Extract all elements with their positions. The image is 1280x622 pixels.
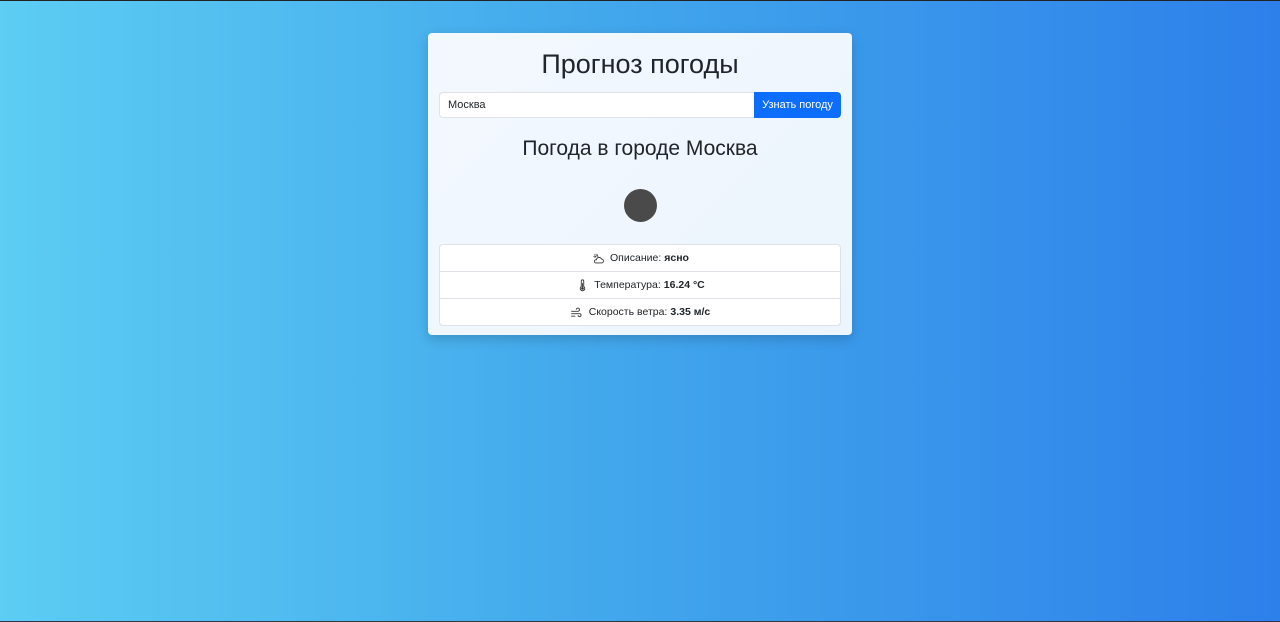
get-weather-button[interactable]: Узнать погоду (754, 92, 841, 118)
detail-wind: Скорость ветра: 3.35 м/с (440, 298, 840, 325)
page-title: Прогноз погоды (541, 49, 739, 79)
detail-temperature: Температура: 16.24 °C (440, 271, 840, 298)
city-input[interactable] (439, 92, 754, 118)
detail-description: Описание: ясно (440, 245, 840, 271)
weather-condition-icon (623, 189, 657, 222)
detail-description-label: Описание: (610, 252, 662, 264)
city-weather-heading: Погода в городе Москва (522, 137, 758, 160)
thermometer-icon (575, 278, 589, 292)
detail-description-value: ясно (664, 252, 689, 264)
detail-wind-value: 3.35 м/с (670, 306, 711, 318)
weather-card: Прогноз погоды Узнать погоду Погода в го… (428, 33, 852, 335)
detail-temperature-value: 16.24 °C (663, 279, 705, 291)
window-top-border (0, 0, 1280, 1)
weather-icon-container (439, 189, 841, 223)
search-form: Узнать погоду (439, 92, 841, 118)
cloud-sun-icon (591, 251, 605, 265)
wind-icon (570, 305, 584, 319)
detail-temperature-label: Температура: (594, 279, 661, 291)
detail-wind-label: Скорость ветра: (588, 306, 668, 318)
weather-details-list: Описание: ясно Температура: 16.24 °C Ско… (439, 244, 841, 326)
